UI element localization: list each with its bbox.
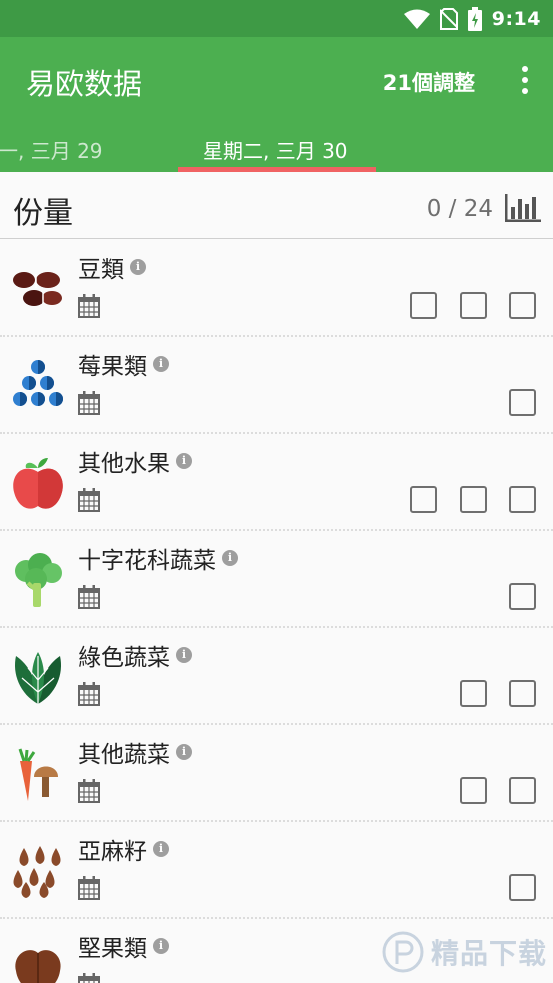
food-name: 亞麻籽 i [78,832,169,866]
servings-title: 份量 [13,196,73,231]
food-label: 豆類 [78,257,124,283]
food-label: 堅果類 [78,936,147,962]
info-icon[interactable]: i [176,453,192,469]
food-name: 其他蔬菜 i [78,735,192,769]
calendar-icon[interactable] [78,585,100,609]
food-label: 莓果類 [78,354,147,380]
info-icon[interactable]: i [176,647,192,663]
watermark: 精品下载 [381,930,547,974]
bar-chart-icon[interactable] [505,194,541,222]
calendar-icon[interactable] [78,682,100,706]
beans-icon [13,272,62,306]
calendar-icon[interactable] [78,294,100,318]
food-name: 十字花科蔬菜 i [78,541,238,575]
info-icon[interactable]: i [153,356,169,372]
food-name: 莓果類 i [78,347,169,381]
serving-checkbox[interactable] [509,874,536,901]
carrot-mushroom-icon [18,748,58,801]
app-title: 易欧数据 [26,67,143,101]
list-item: 綠色蔬菜 i [0,628,553,725]
serving-checkbox[interactable] [460,486,487,513]
food-label: 十字花科蔬菜 [78,548,216,574]
info-icon[interactable]: i [130,259,146,275]
tab-previous-day[interactable]: 一, 三月 29 [0,135,103,164]
info-icon[interactable]: i [153,841,169,857]
food-list: 豆類 i 莓果類 i 其他水果 i 十字花科蔬菜 i 綠色蔬菜 i 其他蔬菜 i… [0,240,553,983]
watermark-text: 精品下载 [430,937,547,970]
serving-checkbox[interactable] [509,583,536,610]
food-label: 綠色蔬菜 [78,645,170,671]
calendar-icon[interactable] [78,973,100,983]
berries-icon [13,360,63,406]
flaxseed-icon [13,846,61,898]
serving-checkbox[interactable] [410,486,437,513]
list-item: 其他蔬菜 i [0,725,553,822]
watermark-logo [382,931,424,973]
leafy-greens-icon [14,652,62,704]
list-item: 亞麻籽 i [0,822,553,919]
nuts-icon [15,950,61,983]
status-bar: 9:14 [0,0,553,37]
status-icons: 9:14 [403,0,541,37]
info-icon[interactable]: i [153,938,169,954]
food-name: 堅果類 i [78,929,169,963]
tab-current-day[interactable]: 星期二, 三月 30 [203,135,348,164]
food-label: 其他蔬菜 [78,742,170,768]
adjustments-button[interactable]: 21個調整 [383,67,475,97]
food-name: 綠色蔬菜 i [78,638,192,672]
info-icon[interactable]: i [222,550,238,566]
list-item: 十字花科蔬菜 i [0,531,553,628]
date-tabs: 一, 三月 29 星期二, 三月 30 [0,123,553,172]
food-name: 其他水果 i [78,444,192,478]
calendar-icon[interactable] [78,488,100,512]
servings-count: 0 / 24 [426,196,493,222]
calendar-icon[interactable] [78,779,100,803]
serving-checkbox[interactable] [460,680,487,707]
apple-icon [13,458,63,509]
serving-checkbox[interactable] [509,777,536,804]
info-icon[interactable]: i [176,744,192,760]
list-item: 其他水果 i [0,434,553,531]
list-item: 莓果類 i [0,337,553,434]
battery-charging-icon [467,6,482,31]
food-name: 豆類 i [78,250,146,284]
more-vert-icon[interactable] [519,66,531,94]
food-label: 亞麻籽 [78,839,147,865]
serving-checkbox[interactable] [509,389,536,416]
status-time: 9:14 [491,7,541,30]
serving-checkbox[interactable] [460,292,487,319]
no-sim-icon [439,7,458,30]
serving-checkbox[interactable] [509,680,536,707]
food-label: 其他水果 [78,451,170,477]
serving-checkbox[interactable] [410,292,437,319]
serving-checkbox[interactable] [509,486,536,513]
servings-header: 份量 0 / 24 [0,172,553,239]
serving-checkbox[interactable] [460,777,487,804]
list-item: 豆類 i [0,240,553,337]
app-bar: 易欧数据 21個調整 [0,37,553,123]
calendar-icon[interactable] [78,391,100,415]
broccoli-icon [15,553,62,607]
calendar-icon[interactable] [78,876,100,900]
wifi-icon [403,9,430,29]
serving-checkbox[interactable] [509,292,536,319]
